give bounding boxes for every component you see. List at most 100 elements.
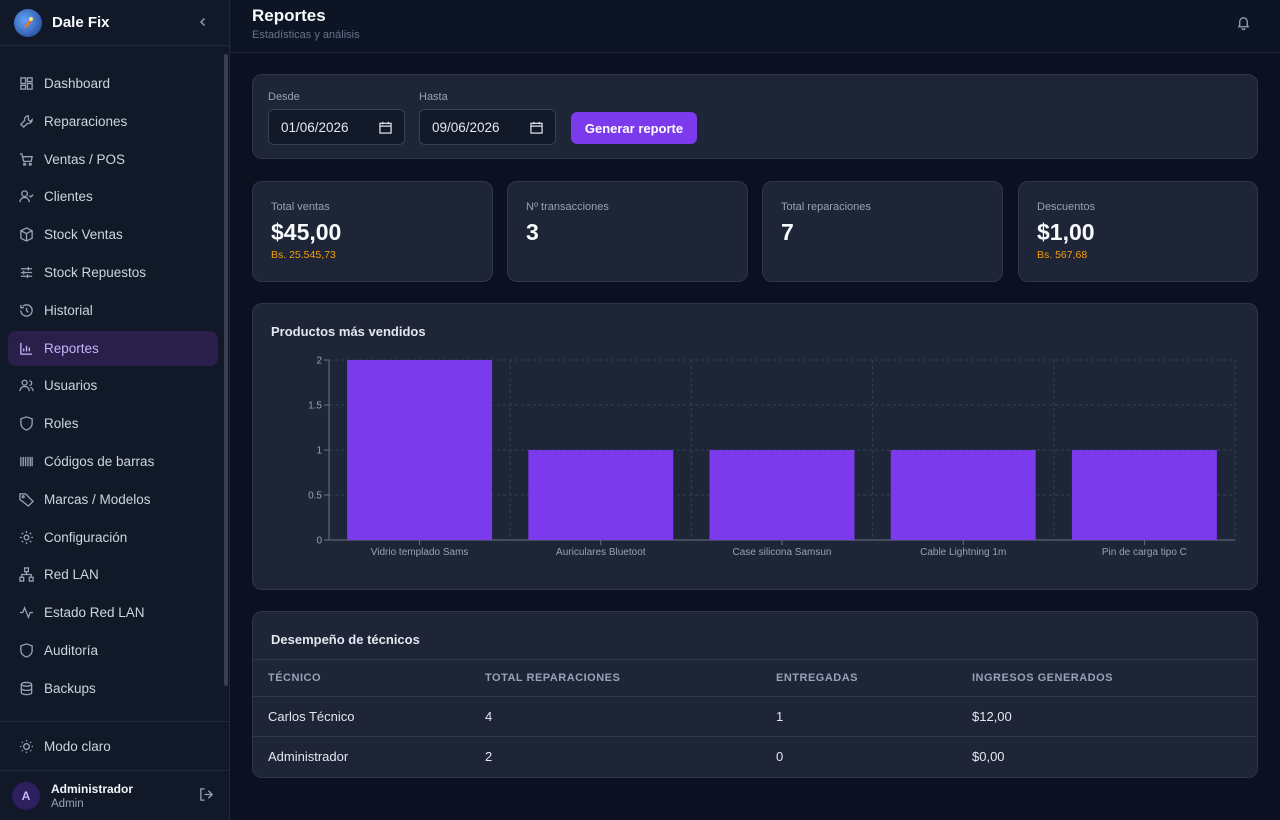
x-tick-label: Auriculares Bluetoot [556, 547, 646, 558]
sidebar-item-stock-repuestos[interactable]: Stock Repuestos [8, 255, 218, 290]
avatar: A [12, 781, 40, 810]
sidebar-item-label: Stock Ventas [44, 227, 123, 243]
stat-sub: Bs. 25.545,73 [271, 249, 336, 261]
shield-icon [18, 642, 34, 658]
theme-toggle-label: Modo claro [44, 738, 111, 754]
sidebar-item-label: Configuración [44, 529, 128, 545]
user-name: Administrador [51, 781, 134, 796]
users-icon [18, 378, 34, 394]
stat-label: Descuentos [1037, 201, 1096, 213]
sidebar-item-label: Historial [44, 302, 93, 318]
top-products-chart-card: Productos más vendidos 0 0.5 1 1.5 2 Vidrio t… [252, 303, 1258, 590]
sidebar-item-label: Ventas / POS [44, 151, 126, 167]
calendar-icon [530, 121, 543, 134]
from-label: Desde [268, 91, 300, 103]
sidebar-item-label: Reportes [44, 340, 99, 356]
sidebar-item-reparaciones[interactable]: Reparaciones [8, 104, 218, 139]
y-tick-label: 2 [316, 356, 322, 367]
sidebar-item-marcas-modelos[interactable]: Marcas / Modelos [8, 482, 218, 517]
chart-bar [709, 450, 855, 540]
chart-bar [528, 450, 674, 540]
stat-value: 3 [526, 219, 539, 245]
sidebar-item-clientes[interactable]: Clientes [8, 179, 218, 214]
sidebar-item-reportes[interactable]: Reportes [8, 330, 218, 366]
logout-button[interactable] [199, 787, 215, 803]
from-date-value: 01/06/2026 [281, 119, 349, 135]
from-date-input[interactable]: 01/06/2026 [268, 109, 405, 145]
sidebar-item-label: Roles [44, 416, 79, 432]
x-tick-label: Cable Lightning 1m [920, 547, 1006, 558]
calendar-icon [379, 121, 392, 134]
y-tick-label: 1.5 [308, 401, 322, 412]
sidebar-item-label: Stock Repuestos [44, 264, 147, 280]
stat-card-descuentos: Descuentos $1,00 Bs. 567,68 [1018, 181, 1258, 282]
sidebar-item-label: Usuarios [44, 378, 98, 394]
chevron-left-icon [200, 18, 205, 26]
sliders-icon [18, 264, 34, 280]
x-tick-label: Case silicona Samsun [733, 547, 832, 558]
sidebar-item-backups[interactable]: Backups [8, 671, 218, 706]
sidebar-item-estado-red-lan[interactable]: Estado Red LAN [8, 595, 218, 630]
app-name: Dale Fix [52, 14, 110, 31]
to-date-input[interactable]: 09/06/2026 [419, 109, 556, 145]
column-header: INGRESOS GENERADOS [972, 659, 1257, 697]
sun-icon [18, 738, 34, 754]
collapse-sidebar-button[interactable] [194, 13, 212, 31]
table-row: Carlos Técnico 4 1 $12,00 [253, 696, 1257, 737]
stat-value: $1,00 [1037, 219, 1095, 245]
sidebar-item-ventas-pos[interactable]: Ventas / POS [8, 142, 218, 177]
stat-value: $45,00 [271, 219, 342, 245]
report-filter-card: Desde 01/06/2026 Hasta 09/06/2026 Genera… [252, 74, 1258, 159]
sidebar-item-label: Dashboard [44, 76, 111, 91]
sidebar-item-label: Códigos de barras [44, 453, 155, 469]
logo-icon [14, 8, 42, 37]
sidebar-item-label: Red LAN [44, 567, 99, 583]
dashboard-icon [18, 76, 34, 92]
sidebar-item-roles[interactable]: Roles [8, 406, 218, 441]
top-products-bar-chart: 0 0.5 1 1.5 2 Vidrio templado Sams Auriculares… [308, 356, 1236, 558]
page-header: Reportes Estadísticas y análisis [230, 0, 1280, 53]
generate-report-button[interactable]: Generar reporte [571, 112, 697, 144]
theme-toggle[interactable]: Modo claro [0, 722, 229, 770]
page-title: Reportes [252, 6, 326, 25]
table-cell: Carlos Técnico [253, 696, 485, 737]
sidebar-item-codigos-de-barras[interactable]: Códigos de barras [8, 444, 218, 479]
sidebar-item-auditoria[interactable]: Auditoría [8, 633, 218, 668]
wrench-icon [18, 113, 34, 129]
sidebar-item-usuarios[interactable]: Usuarios [8, 368, 218, 403]
page-subtitle: Estadísticas y análisis [252, 29, 360, 41]
table-cell: 1 [776, 696, 972, 737]
sidebar-item-label: Reparaciones [44, 113, 128, 129]
chart-bar [347, 360, 493, 540]
chart-bar [890, 450, 1036, 540]
sidebar-scrollbar[interactable] [224, 54, 228, 686]
sidebar-item-label: Backups [44, 680, 96, 696]
network-icon [18, 567, 34, 583]
sidebar-item-historial[interactable]: Historial [8, 293, 218, 328]
cart-icon [18, 151, 34, 167]
box-icon [18, 227, 34, 243]
sidebar-item-configuracion[interactable]: Configuración [8, 520, 218, 555]
bar-chart-icon [18, 340, 34, 356]
technicians-title: Desempeño de técnicos [271, 632, 420, 647]
table-cell: Administrador [268, 749, 349, 765]
sidebar-item-stock-ventas[interactable]: Stock Ventas [8, 217, 218, 252]
stat-card-reparaciones: Total reparaciones 7 [762, 181, 1003, 282]
logout-icon [200, 788, 214, 801]
stat-label: Total ventas [271, 201, 330, 213]
user-profile: A Administrador Admin [0, 770, 229, 820]
to-label: Hasta [419, 91, 448, 103]
sidebar: Dale Fix Dashboard Reparaciones Ventas /… [0, 0, 230, 820]
user-role: Admin [51, 797, 84, 810]
sidebar-item-red-lan[interactable]: Red LAN [8, 557, 218, 592]
sidebar-item-dashboard[interactable]: Dashboard [8, 66, 218, 101]
notifications-button[interactable] [1236, 15, 1252, 31]
column-header: TOTAL REPARACIONES [485, 659, 776, 697]
chart-bar [1071, 450, 1217, 540]
barcode-icon [18, 453, 34, 469]
table-cell: 2 [485, 749, 493, 765]
x-tick-label: Pin de carga tipo C [1102, 547, 1187, 558]
sidebar-footer: Modo claro A Administrador Admin [0, 721, 229, 820]
user-check-icon [18, 189, 34, 205]
user-info: Administrador Admin [51, 782, 133, 810]
